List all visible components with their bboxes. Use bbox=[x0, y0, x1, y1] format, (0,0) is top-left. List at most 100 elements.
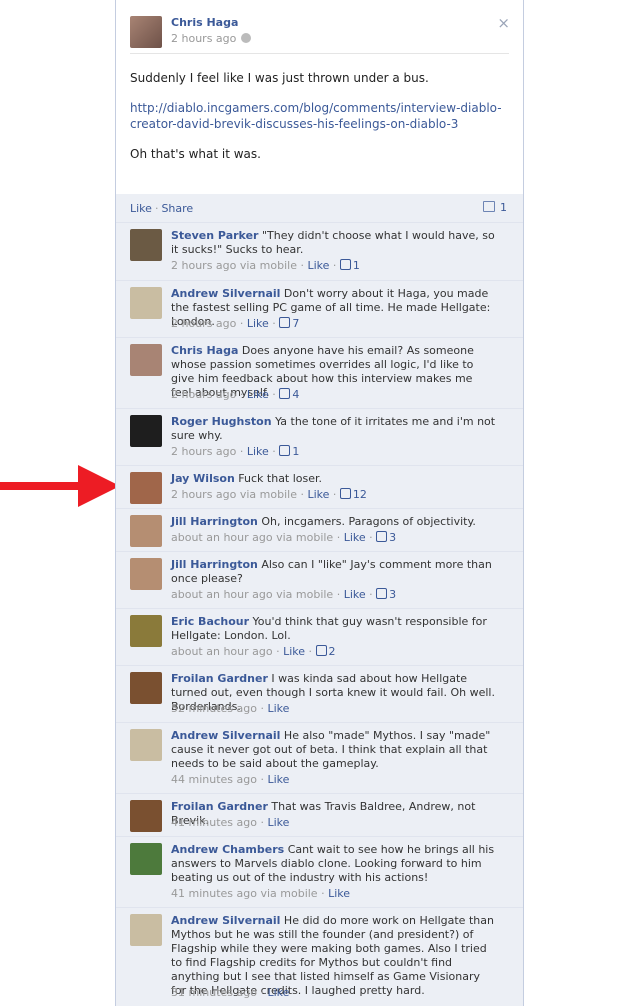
comment-time[interactable]: about an hour ago via mobile bbox=[171, 531, 333, 544]
like-link[interactable]: Like bbox=[130, 202, 152, 215]
commenter-name[interactable]: Andrew Silvernail bbox=[171, 914, 280, 927]
header-divider bbox=[130, 53, 509, 54]
comment-like-count[interactable]: 1 bbox=[279, 445, 299, 458]
comment: Roger Hughston Ya the tone of it irritat… bbox=[116, 408, 523, 465]
comment-like-link[interactable]: Like bbox=[267, 986, 289, 999]
comment-like-link[interactable]: Like bbox=[267, 816, 289, 829]
post-actions: Like · Share 1 bbox=[116, 194, 523, 222]
comment: Andrew Silvernail He did do more work on… bbox=[116, 907, 523, 1006]
comment-like-link[interactable]: Like bbox=[247, 388, 269, 401]
comment-count[interactable]: 1 bbox=[483, 201, 507, 214]
comment-like-link[interactable]: Like bbox=[267, 702, 289, 715]
commenter-avatar[interactable] bbox=[130, 287, 162, 319]
close-icon[interactable]: × bbox=[497, 14, 510, 32]
commenter-name[interactable]: Froilan Gardner bbox=[171, 800, 268, 813]
comment-meta: 2 hours ago via mobile · Like · 1 bbox=[171, 259, 360, 272]
comment-like-link[interactable]: Like bbox=[328, 887, 350, 900]
commenter-name[interactable]: Steven Parker bbox=[171, 229, 258, 242]
thumbs-up-icon bbox=[376, 531, 388, 542]
post-link[interactable]: http://diablo.incgamers.com/blog/comment… bbox=[130, 101, 502, 131]
comment-like-link[interactable]: Like bbox=[307, 259, 329, 272]
comment-time[interactable]: 41 minutes ago via mobile bbox=[171, 887, 318, 900]
post-header: Chris Haga 2 hours ago × bbox=[130, 14, 510, 54]
red-arrow-shaft bbox=[0, 482, 82, 490]
comment-body: Oh, incgamers. Paragons of objectivity. bbox=[261, 515, 476, 528]
commenter-avatar[interactable] bbox=[130, 558, 162, 590]
commenter-name[interactable]: Chris Haga bbox=[171, 344, 238, 357]
comment: Eric Bachour You'd think that guy wasn't… bbox=[116, 608, 523, 665]
comment-meta: 52 minutes ago · Like bbox=[171, 702, 290, 715]
comment-body: Fuck that loser. bbox=[238, 472, 323, 485]
commenter-avatar[interactable] bbox=[130, 344, 162, 376]
thumbs-up-icon bbox=[339, 488, 351, 499]
commenter-name[interactable]: Andrew Silvernail bbox=[171, 287, 280, 300]
comment-meta: 41 minutes ago via mobile · Like bbox=[171, 887, 351, 900]
thumbs-up-icon bbox=[315, 645, 327, 656]
comment-time[interactable]: 31 minutes ago bbox=[171, 986, 257, 999]
commenter-name[interactable]: Eric Bachour bbox=[171, 615, 249, 628]
thumbs-up-icon bbox=[376, 588, 388, 599]
commenter-avatar[interactable] bbox=[130, 672, 162, 704]
commenter-avatar[interactable] bbox=[130, 729, 162, 761]
comment-like-count[interactable]: 3 bbox=[376, 531, 396, 544]
commenter-avatar[interactable] bbox=[130, 415, 162, 447]
comment-meta: 2 hours ago · Like · 1 bbox=[171, 445, 300, 458]
commenter-avatar[interactable] bbox=[130, 229, 162, 261]
commenter-avatar[interactable] bbox=[130, 843, 162, 875]
comment: Andrew Chambers Cant wait to see how he … bbox=[116, 836, 523, 907]
comment-like-count[interactable]: 12 bbox=[339, 488, 367, 501]
comment: Steven Parker "They didn't choose what I… bbox=[116, 222, 523, 280]
comment-time[interactable]: 41 minutes ago bbox=[171, 816, 257, 829]
comment-time[interactable]: 52 minutes ago bbox=[171, 702, 257, 715]
comment-time[interactable]: about an hour ago bbox=[171, 645, 273, 658]
comment-like-link[interactable]: Like bbox=[247, 445, 269, 458]
comment-like-link[interactable]: Like bbox=[307, 488, 329, 501]
comment-like-link[interactable]: Like bbox=[344, 588, 366, 601]
globe-icon bbox=[241, 33, 252, 43]
post-time[interactable]: 2 hours ago bbox=[171, 32, 236, 45]
post-meta: 2 hours ago bbox=[171, 32, 252, 45]
thumbs-up-icon bbox=[339, 259, 351, 270]
comment-time[interactable]: 2 hours ago bbox=[171, 445, 236, 458]
commenter-avatar[interactable] bbox=[130, 515, 162, 547]
comment-time[interactable]: about an hour ago via mobile bbox=[171, 588, 333, 601]
comment-like-count[interactable]: 2 bbox=[315, 645, 336, 658]
post-line-2: Oh that's what it was. bbox=[130, 147, 261, 161]
comment-like-count[interactable]: 1 bbox=[339, 259, 360, 272]
comment-meta: about an hour ago via mobile · Like · 3 bbox=[171, 588, 397, 601]
thumbs-up-icon bbox=[279, 317, 291, 328]
comment-time[interactable]: 2 hours ago via mobile bbox=[171, 488, 297, 501]
comment-like-link[interactable]: Like bbox=[283, 645, 305, 658]
comment: Jill Harrington Also can I "like" Jay's … bbox=[116, 551, 523, 608]
comment-time[interactable]: 44 minutes ago bbox=[171, 773, 257, 786]
commenter-name[interactable]: Jill Harrington bbox=[171, 558, 258, 571]
share-link[interactable]: Share bbox=[161, 202, 193, 215]
commenter-avatar[interactable] bbox=[130, 472, 162, 504]
post-body: Suddenly I feel like I was just thrown u… bbox=[130, 70, 505, 176]
commenter-name[interactable]: Jay Wilson bbox=[171, 472, 235, 485]
author-avatar[interactable] bbox=[130, 16, 162, 48]
commenter-name[interactable]: Roger Hughston bbox=[171, 415, 272, 428]
post-author[interactable]: Chris Haga bbox=[171, 16, 238, 29]
commenter-avatar[interactable] bbox=[130, 914, 162, 946]
commenter-name[interactable]: Andrew Chambers bbox=[171, 843, 284, 856]
comment-like-count[interactable]: 4 bbox=[279, 388, 299, 401]
thumbs-up-icon bbox=[279, 445, 291, 456]
commenter-avatar[interactable] bbox=[130, 615, 162, 647]
commenter-name[interactable]: Andrew Silvernail bbox=[171, 729, 280, 742]
comment-time[interactable]: 2 hours ago bbox=[171, 317, 236, 330]
comment: Jay Wilson Fuck that loser. 2 hours ago v… bbox=[116, 465, 523, 508]
commenter-name[interactable]: Froilan Gardner bbox=[171, 672, 268, 685]
comment-time[interactable]: 2 hours ago bbox=[171, 388, 236, 401]
comment-like-count[interactable]: 7 bbox=[279, 317, 299, 330]
comment-like-count[interactable]: 3 bbox=[376, 588, 396, 601]
commenter-name[interactable]: Jill Harrington bbox=[171, 515, 258, 528]
comment-time[interactable]: 2 hours ago via mobile bbox=[171, 259, 297, 272]
comment-like-link[interactable]: Like bbox=[267, 773, 289, 786]
comment: Froilan Gardner That was Travis Baldree,… bbox=[116, 793, 523, 836]
comment: Andrew Silvernail Don't worry about it H… bbox=[116, 280, 523, 337]
commenter-avatar[interactable] bbox=[130, 800, 162, 832]
comment: Chris Haga Does anyone have his email? A… bbox=[116, 337, 523, 408]
comment-like-link[interactable]: Like bbox=[344, 531, 366, 544]
comment-like-link[interactable]: Like bbox=[247, 317, 269, 330]
